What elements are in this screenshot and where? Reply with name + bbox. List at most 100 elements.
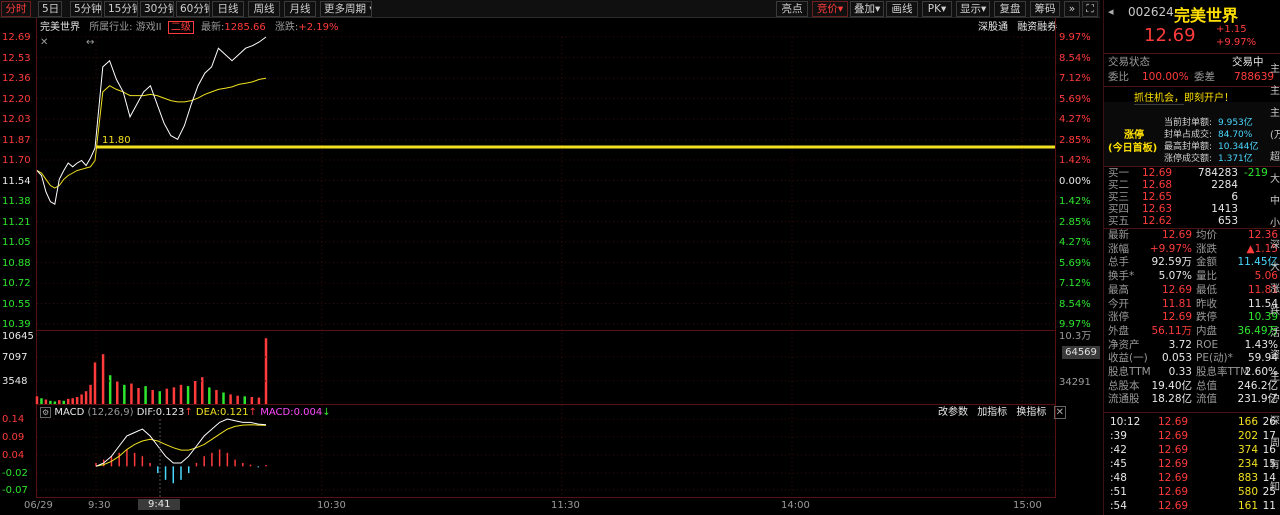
stat-row: 最新 12.69 均价 12.36 (1108, 229, 1278, 242)
order-ratio-row: 委比 100.00% 委差 788639 (1108, 71, 1278, 84)
stat-label: 净资产 (1108, 338, 1140, 351)
tick-price: 12.69 (1158, 444, 1189, 456)
up-arrow-icon: ↑ (184, 407, 193, 418)
tick-row[interactable]: :45 12.69 234 15 (1108, 458, 1278, 471)
side-tab[interactable]: 主 (1270, 60, 1280, 75)
bid-row[interactable]: 买四 12.63 1413 (1108, 203, 1278, 215)
side-tab[interactable]: 深 (1270, 236, 1280, 251)
limit-stat-value: 1.371亿 (1218, 154, 1253, 164)
add-indicator-button[interactable]: 加指标 (977, 407, 1007, 418)
tick-time: :48 (1110, 472, 1127, 484)
tick-row[interactable]: 10:12 12.69 166 26 (1108, 416, 1278, 429)
macd-name[interactable]: MACD (54, 407, 84, 418)
stat-value: 18.28亿 (1151, 393, 1192, 406)
tick-row[interactable]: :42 12.69 374 16 (1108, 444, 1278, 457)
time-label-930: 9:30 (88, 500, 111, 511)
side-tab[interactable]: 跌 (1270, 302, 1280, 317)
close-indicator-icon[interactable]: ✕ (1053, 406, 1066, 419)
price-line (36, 36, 267, 205)
stat-value: 5.07% (1158, 270, 1192, 283)
stat-label: 最新 (1108, 229, 1129, 241)
stock-code: 002624 (1128, 5, 1174, 19)
side-tab[interactable]: 深 (1270, 412, 1280, 427)
bid-row[interactable]: 买二 12.68 2284 (1108, 179, 1278, 191)
side-tab[interactable]: 主 (1270, 368, 1280, 383)
tick-volume: 883 (1237, 472, 1258, 484)
switch-indicator-button[interactable]: 换指标 (1016, 407, 1046, 418)
stat-label: 总手 (1108, 256, 1129, 269)
time-label-1030: 10:30 (317, 500, 346, 511)
time-label-date: 06/29 (24, 500, 53, 511)
stat-label: 今开 (1108, 297, 1129, 310)
bid-label: 买三 (1108, 191, 1129, 203)
stat-row: 总手 92.59万 金额 11.45亿 (1108, 256, 1278, 269)
side-tab[interactable]: 涨 (1270, 280, 1280, 295)
side-tab[interactable]: 知 (1270, 478, 1280, 493)
stat-label: 外盘 (1108, 324, 1129, 337)
tick-price: 12.69 (1158, 472, 1189, 484)
stat-label: 流通股 (1108, 393, 1140, 406)
settings-icon[interactable]: ⚙ (40, 407, 52, 418)
macd-value: 0.004 (293, 407, 323, 418)
edit-params-button[interactable]: 改参数 (938, 407, 968, 418)
tick-price: 12.69 (1158, 458, 1189, 470)
tick-row[interactable]: :54 12.69 161 11 (1108, 500, 1278, 513)
tick-row[interactable]: :39 12.69 202 17 (1108, 430, 1278, 443)
tick-volume: 374 (1237, 444, 1258, 456)
tick-row[interactable]: :51 12.69 580 25 (1108, 486, 1278, 499)
stat-label: 最高 (1108, 283, 1129, 296)
intraday-chart[interactable]: 11.80 (0, 0, 1280, 515)
side-tab[interactable]: 周 (1270, 434, 1280, 449)
bid-volume: 2284 (1211, 179, 1238, 191)
bid-volume: 1413 (1211, 203, 1238, 215)
dif-label: DIF: (136, 407, 156, 418)
limit-stat-value: 10.344亿 (1218, 142, 1259, 152)
tick-time: :39 (1110, 430, 1127, 442)
limit-stat-row: 涨停成交额: 1.371亿 (1164, 153, 1278, 165)
side-tab[interactable]: 主 (1270, 104, 1280, 119)
side-tab[interactable]: 沪 (1270, 390, 1280, 405)
side-tab[interactable]: 小 (1270, 214, 1280, 229)
bid-price: 12.63 (1142, 203, 1173, 215)
side-tab[interactable]: 大 (1270, 258, 1280, 273)
stat-value: 19.40亿 (1151, 379, 1192, 392)
stat-row: 涨幅 +9.97% 涨跌 ▲1.15 (1108, 243, 1278, 256)
stat-label: 均价 (1196, 229, 1217, 241)
bid-label: 买一 (1108, 167, 1129, 179)
limit-stat-value: 9.953亿 (1218, 118, 1253, 128)
up-arrow-icon: ↑ (248, 407, 258, 418)
stat-label: 最低 (1196, 283, 1217, 296)
side-tab[interactable]: 中 (1270, 192, 1280, 207)
weibi-label: 委比 (1108, 71, 1129, 83)
limit-stat-label: 涨停成交额: (1164, 154, 1213, 164)
stat-label: 内盘 (1196, 324, 1217, 337)
bid-row[interactable]: 买三 12.65 6 (1108, 191, 1278, 203)
trading-status-row: 交易状态 交易中 (1108, 56, 1278, 69)
tick-volume: 166 (1237, 416, 1258, 428)
bid-volume: 784283 (1197, 167, 1238, 179)
stat-label: 涨停 (1108, 311, 1129, 324)
prev-stock-icon[interactable]: ◂ (1108, 5, 1114, 18)
limit-stat-label: 最高封单额: (1164, 142, 1213, 152)
side-tab[interactable]: 超 (1270, 148, 1280, 163)
tick-volume: 202 (1237, 430, 1258, 442)
stat-label: 量比 (1196, 270, 1217, 283)
tick-price: 12.69 (1158, 500, 1189, 512)
tick-price: 12.69 (1158, 430, 1189, 442)
tick-row[interactable]: :48 12.69 883 14 (1108, 472, 1278, 485)
stat-label: 涨跌 (1196, 242, 1217, 255)
dea-value: 0.121 (219, 407, 249, 418)
stat-row: 总股本 19.40亿 总值 246.2亿 (1108, 380, 1278, 393)
bid-price: 12.69 (1142, 167, 1173, 179)
side-tab[interactable]: 有 (1270, 456, 1280, 471)
side-tab[interactable]: 资 (1270, 346, 1280, 361)
stat-label: 换手* (1108, 270, 1135, 283)
side-tab[interactable]: (万 (1270, 126, 1280, 141)
bid-row[interactable]: 买一 12.69 784283 -219 (1108, 167, 1278, 179)
bid-row[interactable]: 买五 12.62 653 (1108, 215, 1278, 227)
side-tab[interactable]: 大 (1270, 170, 1280, 185)
side-tab[interactable]: 主 (1270, 82, 1280, 97)
limit-stat-row: 最高封单额: 10.344亿 (1164, 141, 1278, 153)
stat-row: 净资产 3.72 ROE 1.43% (1108, 339, 1278, 352)
side-tab[interactable]: 活 (1270, 324, 1280, 339)
